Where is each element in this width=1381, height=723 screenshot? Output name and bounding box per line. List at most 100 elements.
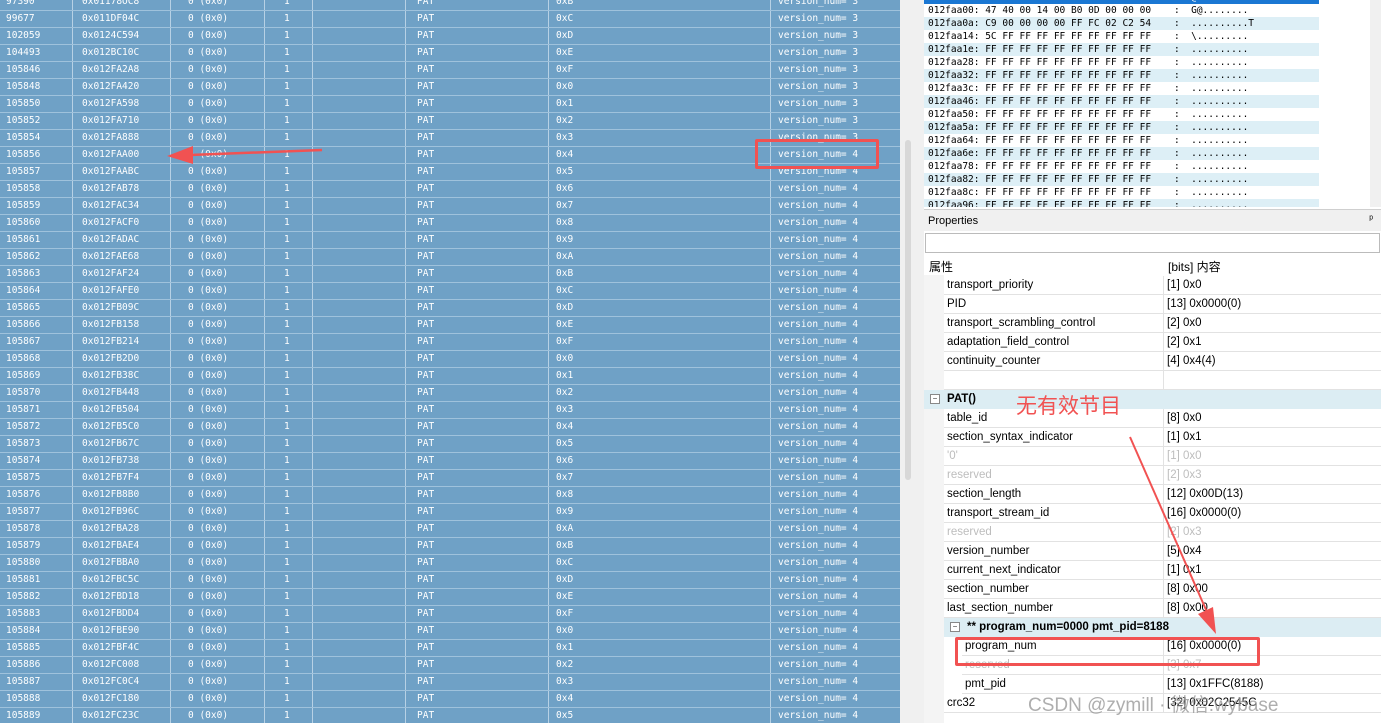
properties-filter-input[interactable] xyxy=(925,233,1380,253)
hex-line[interactable]: 012faa32: FF FF FF FF FF FF FF FF FF FF … xyxy=(924,69,1319,82)
hex-line[interactable]: 012faa1e: FF FF FF FF FF FF FF FF FF FF … xyxy=(924,43,1319,56)
table-row[interactable]: 105870 0x012FB448 0 (0x0) 1 PAT 0x2 version_nu… xyxy=(0,385,900,402)
table-row[interactable]: 105889 0x012FC23C 0 (0x0) 1 PAT 0x5 version_nu… xyxy=(0,708,900,723)
watermark: CSDN @zymill · 微信:wybase xyxy=(1028,695,1279,716)
property-row[interactable]: section_number [8] 0x00 xyxy=(944,580,1381,599)
property-name: last_section_number xyxy=(947,602,1054,614)
hex-line[interactable]: 012faa0a: C9 00 00 00 00 FF FC 02 C2 54 … xyxy=(924,17,1319,30)
hex-line[interactable]: 012faa82: FF FF FF FF FF FF FF FF FF FF … xyxy=(924,173,1319,186)
table-row[interactable]: 102059 0x0124C594 0 (0x0) 1 PAT 0xD version_nu… xyxy=(0,28,900,45)
table-row[interactable]: 105876 0x012FB8B0 0 (0x0) 1 PAT 0x8 version_nu… xyxy=(0,487,900,504)
property-row[interactable]: continuity_counter [4] 0x4(4) xyxy=(944,352,1381,371)
table-row[interactable]: 105873 0x012FB67C 0 (0x0) 1 PAT 0x5 version_nu… xyxy=(0,436,900,453)
cell-offset: 0x012FBA28 xyxy=(82,523,140,534)
table-row[interactable]: 105875 0x012FB7F4 0 (0x0) 1 PAT 0x7 version_nu… xyxy=(0,470,900,487)
cell-version: version_num= 4 xyxy=(778,710,859,721)
table-row[interactable]: 105887 0x012FC0C4 0 (0x0) 1 PAT 0x3 version_nu… xyxy=(0,674,900,691)
table-row[interactable]: 105877 0x012FB96C 0 (0x0) 1 PAT 0x9 version_nu… xyxy=(0,504,900,521)
collapse-toggle-icon[interactable]: − xyxy=(930,394,940,404)
table-row[interactable]: 105864 0x012FAFE0 0 (0x0) 1 PAT 0xC version_nu… xyxy=(0,283,900,300)
table-row[interactable]: 105880 0x012FBBA0 0 (0x0) 1 PAT 0xC version_nu… xyxy=(0,555,900,572)
table-row[interactable]: 105858 0x012FAB78 0 (0x0) 1 PAT 0x6 version_nu… xyxy=(0,181,900,198)
property-row[interactable]: table_id [8] 0x0 xyxy=(944,409,1381,428)
table-row[interactable]: 105872 0x012FB5C0 0 (0x0) 1 PAT 0x4 version_nu… xyxy=(0,419,900,436)
table-row[interactable]: 105879 0x012FBAE4 0 (0x0) 1 PAT 0xB version_nu… xyxy=(0,538,900,555)
collapse-toggle-icon[interactable]: − xyxy=(950,622,960,632)
property-row[interactable]: current_next_indicator [1] 0x1 xyxy=(944,561,1381,580)
property-group[interactable]: − PAT() xyxy=(924,390,1381,409)
table-row[interactable]: 105861 0x012FADAC 0 (0x0) 1 PAT 0x9 version_nu… xyxy=(0,232,900,249)
table-row[interactable]: 105863 0x012FAF24 0 (0x0) 1 PAT 0xB version_nu… xyxy=(0,266,900,283)
table-row[interactable]: 105885 0x012FBF4C 0 (0x0) 1 PAT 0x1 version_nu… xyxy=(0,640,900,657)
property-row[interactable]: transport_scrambling_control [2] 0x0 xyxy=(944,314,1381,333)
cell-offset: 0x012FB214 xyxy=(82,336,140,347)
table-row[interactable]: 105888 0x012FC180 0 (0x0) 1 PAT 0x4 version_nu… xyxy=(0,691,900,708)
table-row[interactable]: 105883 0x012FBDD4 0 (0x0) 1 PAT 0xF version_nu… xyxy=(0,606,900,623)
hex-line[interactable]: 012faa64: FF FF FF FF FF FF FF FF FF FF … xyxy=(924,134,1319,147)
table-row[interactable]: 105846 0x012FA2A8 0 (0x0) 1 PAT 0xF version_nu… xyxy=(0,62,900,79)
splitter[interactable] xyxy=(900,0,924,723)
cell-c3: 0 (0x0) xyxy=(188,693,229,704)
table-row[interactable]: 105850 0x012FA598 0 (0x0) 1 PAT 0x1 version_nu… xyxy=(0,96,900,113)
hex-line[interactable]: 012faa8c: FF FF FF FF FF FF FF FF FF FF … xyxy=(924,186,1319,199)
table-row[interactable]: 105882 0x012FBD18 0 (0x0) 1 PAT 0xE version_nu… xyxy=(0,589,900,606)
hex-line[interactable]: 012faa5a: FF FF FF FF FF FF FF FF FF FF … xyxy=(924,121,1319,134)
hex-line[interactable]: 012faa6e: FF FF FF FF FF FF FF FF FF FF … xyxy=(924,147,1319,160)
property-row[interactable] xyxy=(944,371,1381,390)
property-row[interactable]: section_length [12] 0x00D(13) xyxy=(944,485,1381,504)
property-row[interactable]: transport_stream_id [16] 0x0000(0) xyxy=(944,504,1381,523)
pin-icon[interactable]: ᵖ xyxy=(1369,214,1373,225)
hex-line[interactable]: 012faa00: 47 40 00 14 00 B0 0D 00 00 00 … xyxy=(924,4,1319,17)
hex-view[interactable]: 012fa9f6: 47 40 00 14 00 B0 0D 00 00 00 … xyxy=(924,0,1381,207)
table-row[interactable]: 105860 0x012FACF0 0 (0x0) 1 PAT 0x8 version_nu… xyxy=(0,215,900,232)
table-row[interactable]: 105852 0x012FA710 0 (0x0) 1 PAT 0x2 version_nu… xyxy=(0,113,900,130)
table-row[interactable]: 105848 0x012FA420 0 (0x0) 1 PAT 0x0 version_nu… xyxy=(0,79,900,96)
table-row[interactable]: 105865 0x012FB09C 0 (0x0) 1 PAT 0xD version_nu… xyxy=(0,300,900,317)
cell-type: PAT xyxy=(417,302,435,313)
table-row[interactable]: 105866 0x012FB158 0 (0x0) 1 PAT 0xE version_nu… xyxy=(0,317,900,334)
property-group-label: ** program_num=0000 pmt_pid=8188 xyxy=(967,621,1169,633)
hex-line[interactable]: 012faa3c: FF FF FF FF FF FF FF FF FF FF … xyxy=(924,82,1319,95)
property-row[interactable]: '0' [1] 0x0 xyxy=(944,447,1381,466)
table-row[interactable]: 105868 0x012FB2D0 0 (0x0) 1 PAT 0x0 version_nu… xyxy=(0,351,900,368)
hex-line[interactable]: 012faa50: FF FF FF FF FF FF FF FF FF FF … xyxy=(924,108,1319,121)
property-row[interactable]: reserved [2] 0x3 xyxy=(944,523,1381,542)
cell-offset: 0x012FB09C xyxy=(82,302,140,313)
cell-version: version_num= 4 xyxy=(778,693,859,704)
table-row[interactable]: 105862 0x012FAE68 0 (0x0) 1 PAT 0xA version_nu… xyxy=(0,249,900,266)
scrollbar-thumb[interactable] xyxy=(905,140,911,480)
table-row[interactable]: 99677 0x011DF04C 0 (0x0) 1 PAT 0xC version_num… xyxy=(0,11,900,28)
property-row[interactable]: adaptation_field_control [2] 0x1 xyxy=(944,333,1381,352)
cell-cc: 0xB xyxy=(556,0,574,7)
hex-line[interactable]: 012faa14: 5C FF FF FF FF FF FF FF FF FF … xyxy=(924,30,1319,43)
table-row[interactable]: 105871 0x012FB504 0 (0x0) 1 PAT 0x3 version_nu… xyxy=(0,402,900,419)
table-row[interactable]: 105878 0x012FBA28 0 (0x0) 1 PAT 0xA version_nu… xyxy=(0,521,900,538)
table-row[interactable]: 105886 0x012FC008 0 (0x0) 1 PAT 0x2 version_nu… xyxy=(0,657,900,674)
table-row[interactable]: 105881 0x012FBC5C 0 (0x0) 1 PAT 0xD version_nu… xyxy=(0,572,900,589)
table-row[interactable]: 105867 0x012FB214 0 (0x0) 1 PAT 0xF version_nu… xyxy=(0,334,900,351)
cell-c4: 1 xyxy=(284,421,290,432)
cell-version: version_num= 4 xyxy=(778,268,859,279)
property-row[interactable]: version_number [5] 0x4 xyxy=(944,542,1381,561)
hex-line[interactable]: 012faa96: FF FF FF FF FF FF FF FF FF FF … xyxy=(924,199,1319,207)
table-row[interactable]: 105874 0x012FB738 0 (0x0) 1 PAT 0x6 version_nu… xyxy=(0,453,900,470)
table-row[interactable]: 105869 0x012FB38C 0 (0x0) 1 PAT 0x1 version_nu… xyxy=(0,368,900,385)
packet-table[interactable]: 97390 0x01178OC8 0 (0x0) 1 PAT 0xB version_num… xyxy=(0,0,900,723)
property-row[interactable]: last_section_number [8] 0x00 xyxy=(944,599,1381,618)
property-group[interactable]: − ** program_num=0000 pmt_pid=8188 xyxy=(944,618,1381,637)
table-row[interactable]: 105884 0x012FBE90 0 (0x0) 1 PAT 0x0 version_nu… xyxy=(0,623,900,640)
table-row[interactable]: 97390 0x01178OC8 0 (0x0) 1 PAT 0xB version_num… xyxy=(0,0,900,11)
hex-line[interactable]: 012faa28: FF FF FF FF FF FF FF FF FF FF … xyxy=(924,56,1319,69)
table-row[interactable]: 105859 0x012FAC34 0 (0x0) 1 PAT 0x7 version_nu… xyxy=(0,198,900,215)
hex-line[interactable]: 012faa46: FF FF FF FF FF FF FF FF FF FF … xyxy=(924,95,1319,108)
property-row[interactable]: section_syntax_indicator [1] 0x1 xyxy=(944,428,1381,447)
property-row[interactable]: PID [13] 0x0000(0) xyxy=(944,295,1381,314)
table-row[interactable]: 104493 0x012BC10C 0 (0x0) 1 PAT 0xE version_nu… xyxy=(0,45,900,62)
property-value: [8] 0x00 xyxy=(1167,583,1208,595)
cell-type: PAT xyxy=(417,591,435,602)
property-row[interactable]: reserved [2] 0x3 xyxy=(944,466,1381,485)
property-row[interactable]: transport_priority [1] 0x0 xyxy=(944,276,1381,295)
hex-scrollbar[interactable] xyxy=(1370,0,1381,207)
hex-line[interactable]: 012faa78: FF FF FF FF FF FF FF FF FF FF … xyxy=(924,160,1319,173)
column-divider xyxy=(1163,333,1164,352)
